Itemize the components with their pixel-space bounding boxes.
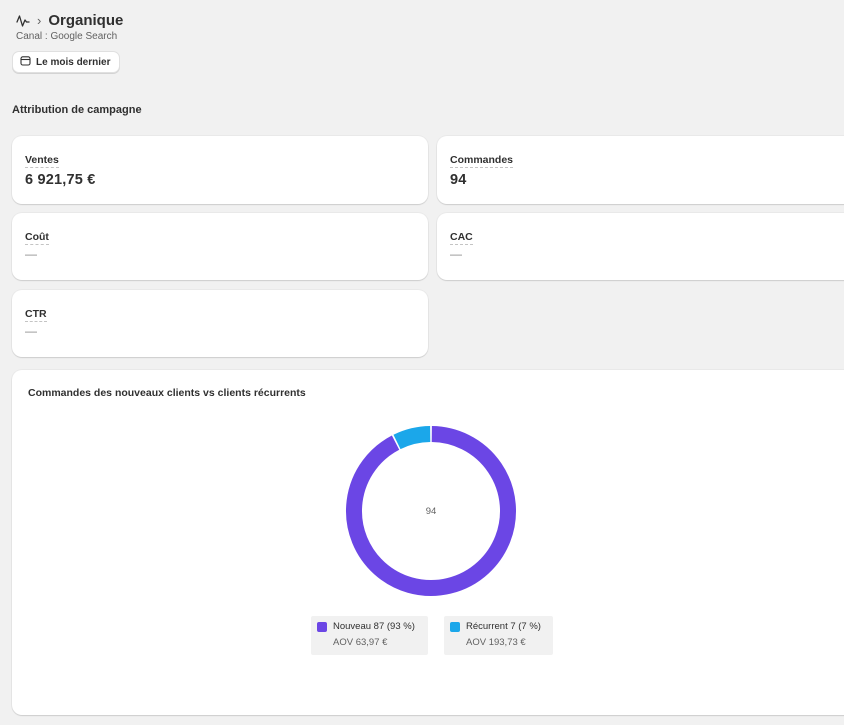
legend-item-new[interactable]: Nouveau 87 (93 %) AOV 63,97 € <box>311 616 428 655</box>
metric-value-sales: 6 921,75 € <box>25 172 96 188</box>
section-title: Attribution de campagne <box>12 104 142 116</box>
metric-label-sales[interactable]: Ventes <box>25 154 59 168</box>
legend-swatch-returning <box>450 621 460 632</box>
page-subtitle: Canal : Google Search <box>16 31 118 42</box>
donut-center-label: 94 <box>426 506 437 517</box>
orders-chart-card: Commandes des nouveaux clients vs client… <box>12 370 844 715</box>
date-range-label: Le mois dernier <box>36 56 111 68</box>
breadcrumb: › Organique <box>16 12 123 29</box>
donut-slice-returning[interactable] <box>393 426 431 450</box>
metric-value-ctr: — <box>25 324 37 338</box>
metric-card-ctr: CTR — <box>12 290 428 357</box>
pulse-icon[interactable] <box>16 14 30 28</box>
page-header: › Organique Canal : Google Search <box>16 12 123 42</box>
legend-label-returning: Récurrent 7 (7 %) <box>466 621 541 632</box>
metric-label-ctr[interactable]: CTR <box>25 308 47 322</box>
donut-chart: 94 <box>346 426 516 596</box>
metric-card-orders: Commandes 94 <box>437 136 844 204</box>
metric-card-cac: CAC — <box>437 213 844 280</box>
chevron-right-icon: › <box>37 13 42 28</box>
metric-card-sales: Ventes 6 921,75 € <box>12 136 428 204</box>
legend-aov-returning: AOV 193,73 € <box>466 637 526 648</box>
legend-aov-new: AOV 63,97 € <box>333 637 388 648</box>
metric-value-cac: — <box>450 247 462 261</box>
legend-swatch-new <box>317 621 327 632</box>
metric-label-orders[interactable]: Commandes <box>450 154 514 168</box>
metric-value-orders: 94 <box>450 172 467 188</box>
metric-label-cac[interactable]: CAC <box>450 231 473 245</box>
legend-label-new: Nouveau 87 (93 %) <box>333 621 415 632</box>
metric-label-cost[interactable]: Coût <box>25 231 49 245</box>
page-title: Organique <box>48 12 124 29</box>
date-range-button[interactable]: Le mois dernier <box>12 51 121 73</box>
legend-item-returning[interactable]: Récurrent 7 (7 %) AOV 193,73 € <box>444 616 553 655</box>
metric-card-cost: Coût — <box>12 213 428 280</box>
calendar-icon <box>20 55 31 69</box>
metric-value-cost: — <box>25 247 37 261</box>
